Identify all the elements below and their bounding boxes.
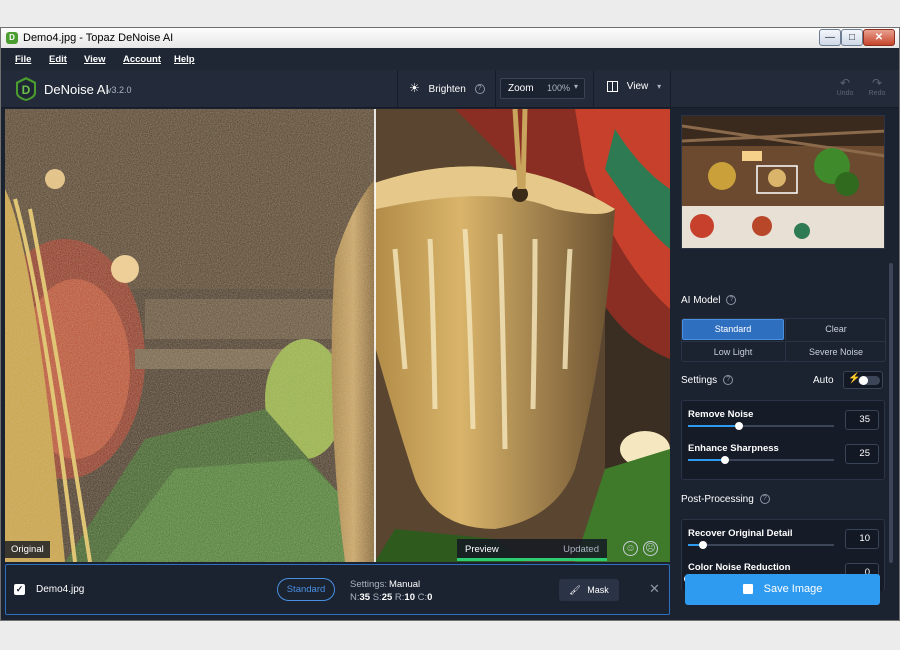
maximize-button[interactable]: □ [841,29,863,46]
enhance-sharpness-slider[interactable] [688,456,834,464]
save-icon [742,584,753,595]
help-icon[interactable]: ? [759,494,770,505]
model-low-light-button[interactable]: Low Light [682,341,784,362]
s-label: S: [372,592,382,603]
menu-view[interactable]: View [84,54,105,65]
redo-button[interactable]: ↷ Redo [866,76,888,97]
menu-file[interactable]: File [15,54,31,65]
model-clear-button[interactable]: Clear [785,319,886,340]
help-icon[interactable]: ? [723,375,734,386]
settings-summary: Settings: Manual N:35 S:25 R:10 C:0 [350,578,432,604]
save-label: Save Image [763,583,823,595]
window-title: Demo4.jpg - Topaz DeNoise AI [23,32,174,44]
preview-image: Preview Updated ☺ ☹ [375,109,670,562]
auto-label: Auto [813,375,834,386]
zoom-value: 100% [547,83,571,93]
ai-model-title: AI Model [681,295,721,306]
post-processing-title: Post-Processing [681,494,754,505]
original-label: Original [5,541,50,558]
mask-button[interactable]: 🖌 Mask [559,579,619,601]
panel-scrollbar[interactable] [889,263,893,563]
updated-status: Updated [563,544,599,555]
chevron-down-icon: ▾ [657,82,662,92]
split-view-icon [607,81,618,92]
undo-button[interactable]: ↶ Undo [834,76,856,97]
brush-icon: 🖌 [569,585,581,595]
model-selector: Standard Clear Low Light Severe Noise [681,318,886,362]
settings-mode: Manual [388,579,421,590]
mask-label: Mask [587,585,609,595]
view-button[interactable]: View ▾ [607,81,661,92]
c-label: C: [417,592,428,603]
preview-status-bar: Preview Updated [457,539,607,561]
c-value: 0 [427,592,433,603]
sun-icon: ☀ [409,81,420,95]
remove-noise-value[interactable]: 35 [845,410,879,430]
app-logo-icon: D [14,76,38,102]
title-bar: D Demo4.jpg - Topaz DeNoise AI — □ ✕ [1,28,899,48]
app-name: DeNoise AI [44,82,110,97]
s-value: 25 [381,592,393,603]
view-label: View [626,81,649,93]
auto-toggle[interactable]: ⚡ [843,371,883,389]
app-version: v3.2.0 [107,85,132,95]
redo-icon: ↷ [871,76,883,90]
right-panel: AI Model? Standard Clear Low Light Sever… [672,109,897,591]
menu-edit[interactable]: Edit [49,54,67,65]
remove-noise-slider[interactable] [688,422,834,430]
file-checkbox[interactable]: ✓ [14,584,25,595]
r-label: R: [394,592,405,603]
file-bar: ✓ Demo4.jpg Standard Settings: Manual N:3… [5,564,670,615]
brighten-label: Brighten [428,84,466,95]
original-image: Original [5,109,375,562]
zoom-label: Zoom [508,83,534,94]
redo-label: Redo [868,90,886,97]
model-standard-button[interactable]: Standard [682,319,784,340]
save-image-button[interactable]: Save Image [685,574,880,605]
undo-icon: ↶ [839,76,851,90]
model-pill[interactable]: Standard [277,578,335,601]
n-label: N: [350,592,360,603]
close-button[interactable]: ✕ [863,29,895,46]
preview-label: Preview [465,544,499,555]
navigator-thumbnail[interactable] [681,115,885,249]
minimize-button[interactable]: — [819,29,841,46]
brighten-button[interactable]: ☀ Brighten ? [409,81,485,95]
settings-header: Settings? [681,375,734,386]
enhance-sharpness-label: Enhance Sharpness [688,443,779,454]
ai-model-header: AI Model? [681,295,737,306]
toolbar: D DeNoise AI v3.2.0 ☀ Brighten ? Zoom 10… [1,70,899,108]
post-processing-header: Post-Processing? [681,494,770,505]
settings-label: Settings: [350,579,387,590]
menu-bar: File Edit View Account Help [1,48,899,70]
svg-text:D: D [22,83,31,97]
settings-card: Remove Noise 35 Enhance Sharpness 25 [681,400,885,480]
app-icon: D [6,32,18,44]
zoom-control[interactable]: Zoom 100% ▾ [500,78,585,99]
remove-file-icon[interactable]: ✕ [649,581,660,597]
help-icon[interactable]: ? [726,295,737,306]
recover-detail-slider[interactable] [688,541,834,549]
menu-help[interactable]: Help [174,54,195,65]
undo-label: Undo [836,90,854,97]
recover-detail-value[interactable]: 10 [845,529,879,549]
image-viewer[interactable]: Original Preview Updated ☺ ☹ [5,109,670,562]
chevron-down-icon: ▾ [574,82,579,91]
color-noise-label: Color Noise Reduction [688,562,791,573]
menu-account[interactable]: Account [123,54,161,65]
model-severe-noise-button[interactable]: Severe Noise [785,341,886,362]
enhance-sharpness-value[interactable]: 25 [845,444,879,464]
remove-noise-label: Remove Noise [688,409,754,420]
feedback-negative-icon[interactable]: ☹ [643,541,658,556]
n-value: 35 [359,592,371,603]
split-divider[interactable] [374,109,376,562]
app-window: D Demo4.jpg - Topaz DeNoise AI — □ ✕ Fil… [0,27,900,621]
r-value: 10 [404,592,415,603]
feedback-positive-icon[interactable]: ☺ [623,541,638,556]
file-name: Demo4.jpg [36,584,85,595]
settings-title: Settings [681,375,718,386]
help-icon[interactable]: ? [474,84,485,95]
recover-detail-label: Recover Original Detail [688,528,793,539]
